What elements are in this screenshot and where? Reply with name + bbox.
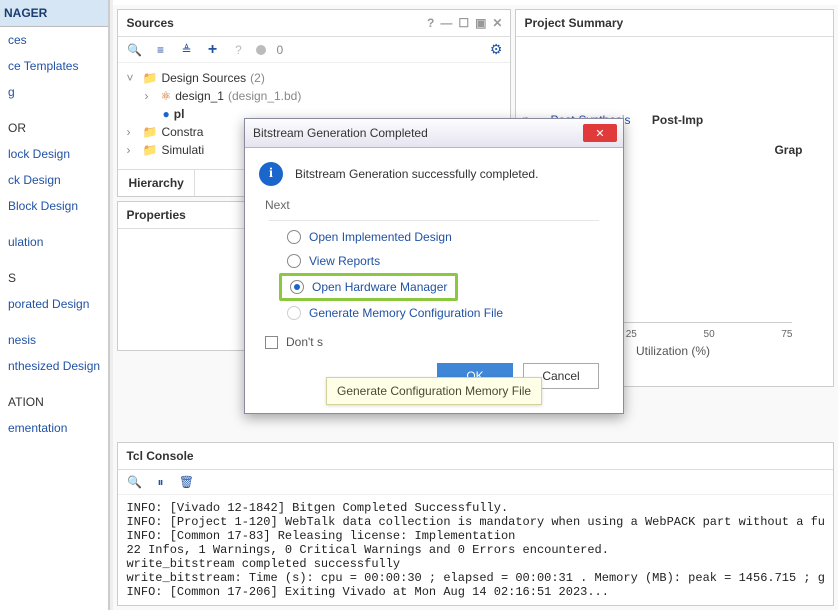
leftnav-item[interactable]: Block Design <box>0 193 108 219</box>
checkbox-dont-show[interactable]: Don't s <box>259 325 609 349</box>
tree-design-sources[interactable]: Design Sources <box>161 71 246 85</box>
tree-pl[interactable]: pl <box>174 107 185 121</box>
dialog-section-next: Next <box>265 198 609 212</box>
gear-icon[interactable]: ⚙ <box>490 41 503 58</box>
tooltip-generate-config-memory: Generate Configuration Memory File <box>326 377 542 405</box>
radio-label: View Reports <box>309 254 380 268</box>
leftnav-section: OR <box>0 115 108 141</box>
info-icon[interactable]: ? <box>230 42 246 58</box>
dialog-message: Bitstream Generation successfully comple… <box>295 167 538 181</box>
radio-label: Open Implemented Design <box>309 230 452 244</box>
leftnav-item[interactable]: nthesized Design <box>0 353 108 379</box>
radio-open-implemented[interactable]: Open Implemented Design <box>259 225 609 249</box>
search-icon[interactable]: 🔍 <box>126 42 142 58</box>
tcl-log-output[interactable]: INFO: [Vivado 12-1842] Bitgen Completed … <box>118 495 833 605</box>
info-icon: i <box>259 162 283 186</box>
leftnav-item[interactable]: ces <box>0 27 108 53</box>
leftnav-item[interactable]: ck Design <box>0 167 108 193</box>
radio-label: Open Hardware Manager <box>312 280 447 294</box>
maximize-icon[interactable]: ☐ <box>458 16 469 30</box>
sources-title: Sources <box>126 16 173 30</box>
leftnav-item[interactable]: ementation <box>0 415 108 441</box>
leftnav-header: NAGER <box>0 0 108 27</box>
leftnav-item[interactable]: ce Templates <box>0 53 108 79</box>
leftnav-item[interactable]: lock Design <box>0 141 108 167</box>
tree-simulation[interactable]: Simulati <box>161 143 204 157</box>
add-icon[interactable]: + <box>204 42 220 58</box>
sources-badge: 0 <box>276 43 283 57</box>
tab-hierarchy[interactable]: Hierarchy <box>118 170 194 196</box>
tree-constraints[interactable]: Constra <box>161 125 203 139</box>
close-icon[interactable]: ✕ <box>492 16 502 30</box>
collapse-all-icon[interactable]: ≡ <box>152 42 168 58</box>
minimize-icon[interactable]: — <box>440 16 452 30</box>
tree-design1[interactable]: design_1 <box>175 89 224 103</box>
bitstream-dialog: Bitstream Generation Completed ✕ i Bitst… <box>244 118 624 414</box>
restore-icon[interactable]: ▣ <box>475 16 486 30</box>
left-nav-panel: NAGER ces ce Templates g OR lock Design … <box>0 0 109 610</box>
help-icon[interactable]: ? <box>427 16 434 30</box>
properties-title: Properties <box>126 208 185 222</box>
radio-generate-memory-config[interactable]: Generate Memory Configuration File <box>259 301 609 325</box>
leftnav-item[interactable]: porated Design <box>0 291 108 317</box>
close-icon[interactable]: ✕ <box>583 124 617 142</box>
pause-icon[interactable]: ⏸ <box>152 474 168 490</box>
chart-title: Grap <box>774 143 802 157</box>
radio-view-reports[interactable]: View Reports <box>259 249 609 273</box>
dialog-title: Bitstream Generation Completed <box>253 126 428 140</box>
project-summary-title: Project Summary <box>524 16 623 30</box>
expand-all-icon[interactable]: ≜ <box>178 42 194 58</box>
clear-icon[interactable]: 🗑 <box>178 474 194 490</box>
summary-tab-post-impl[interactable]: Post-Imp <box>652 113 703 127</box>
tcl-console-panel: Tcl Console 🔍 ⏸ 🗑 INFO: [Vivado 12-1842]… <box>117 442 834 606</box>
checkbox-label: Don't s <box>286 335 323 349</box>
leftnav-item[interactable]: g <box>0 79 108 105</box>
search-icon[interactable]: 🔍 <box>126 474 142 490</box>
leftnav-section: S <box>0 265 108 291</box>
radio-label: Generate Memory Configuration File <box>309 306 503 320</box>
tcl-console-title: Tcl Console <box>126 449 193 463</box>
radio-open-hardware-manager[interactable]: Open Hardware Manager <box>279 273 458 301</box>
leftnav-item[interactable]: nesis <box>0 327 108 353</box>
status-dot-icon <box>256 45 266 55</box>
leftnav-item[interactable]: ulation <box>0 229 108 255</box>
leftnav-section: ATION <box>0 389 108 415</box>
